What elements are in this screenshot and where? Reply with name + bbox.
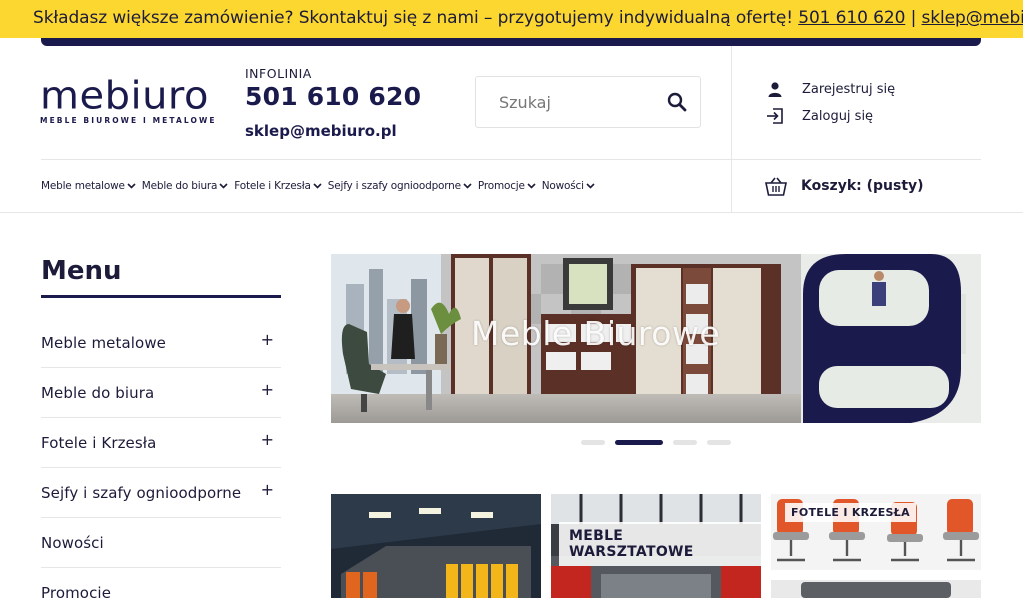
slider-dot-active[interactable] [615,440,663,445]
register-link[interactable]: Zarejestruj się [766,80,895,98]
announcement-email-link[interactable]: sklep@mebiuro.pl [922,8,1023,28]
user-icon [766,80,784,98]
category-tile-meble-warsztatowe[interactable]: MEBLE WARSZTATOWE [551,494,761,598]
site-logo[interactable]: mebiuro MEBLE BIUROWE I METALOWE [40,74,220,126]
sidebar-item-label: Nowości [41,534,104,552]
login-icon [766,107,784,125]
nav-item-label: Sejfy i szafy ognioodporne [327,180,461,192]
announcement-text: Składasz większe zamówienie? Skontaktuj … [33,8,1023,28]
announcement-phone-link[interactable]: 501 610 620 [798,8,905,28]
sidebar-item-meble-metalowe[interactable]: Meble metalowe + [41,318,281,368]
category-tile-sejfy[interactable] [771,580,981,598]
nav-item-sejfy[interactable]: Sejfy i szafy ognioodporne [328,180,472,192]
sidebar-title: Menu [41,256,122,286]
cart-label: Koszyk: (pusty) [801,178,924,194]
sidebar-item-nowosci[interactable]: Nowości [41,518,281,568]
expand-plus-icon[interactable]: + [261,330,274,349]
chevron-down-icon [527,183,536,189]
header-divider [41,159,981,160]
login-link[interactable]: Zaloguj się [766,107,873,125]
sidebar-item-promocje[interactable]: Promocje [41,568,281,598]
category-tile-fotele-i-krzesla[interactable]: FOTELE I KRZESŁA [771,494,981,570]
hotline-email[interactable]: sklep@mebiuro.pl [245,122,397,140]
nav-item-label: Nowości [541,180,584,192]
category-tile-label: MEBLE WARSZTATOWE [559,522,761,566]
main-nav: Meble metalowe Meble do biura Fotele i K… [41,180,601,192]
category-tile-label: FOTELE I KRZESŁA [785,503,916,522]
sidebar-item-meble-do-biura[interactable]: Meble do biura + [41,368,281,418]
nav-item-meble-metalowe[interactable]: Meble metalowe [41,180,136,192]
announcement-bar: Składasz większe zamówienie? Skontaktuj … [0,0,1023,38]
logo-wordmark: mebiuro [40,74,209,118]
sidebar-item-label: Meble do biura [41,384,155,402]
hotline-label: INFOLINIA [245,66,312,81]
header-vertical-divider [731,46,732,213]
sidebar-title-underline [41,295,281,298]
nav-item-label: Meble do biura [141,180,218,192]
sidebar-item-label: Fotele i Krzesła [41,434,157,452]
search-button[interactable] [664,89,690,115]
header-bottom-border [0,212,1023,213]
search-box [475,76,701,128]
nav-item-label: Promocje [477,180,525,192]
expand-plus-icon[interactable]: + [261,430,274,449]
sidebar-item-label: Promocje [41,584,112,598]
slider-dot[interactable] [673,440,697,445]
cart-link[interactable]: Koszyk: (pusty) [765,176,924,196]
chevron-down-icon [127,183,136,189]
sidebar-menu: Meble metalowe + Meble do biura + Fotele i… [41,318,281,598]
slider-dot[interactable] [707,440,731,445]
category-image [331,494,541,598]
slider-dot[interactable] [581,440,605,445]
nav-item-meble-do-biura[interactable]: Meble do biura [142,180,229,192]
announcement-message: Składasz większe zamówienie? Skontaktuj … [33,8,799,28]
sidebar-item-sejfy[interactable]: Sejfy i szafy ognioodporne + [41,468,281,518]
expand-plus-icon[interactable]: + [261,380,274,399]
hero-slider[interactable]: Meble Biurowe [331,254,981,423]
search-input[interactable] [477,78,657,126]
hotline-phone[interactable]: 501 610 620 [245,82,421,111]
nav-item-promocje[interactable]: Promocje [478,180,536,192]
slider-caption: Meble Biurowe [471,314,721,353]
register-label: Zarejestruj się [802,81,896,97]
chevron-down-icon [219,183,228,189]
nav-item-nowosci[interactable]: Nowości [542,180,595,192]
chevron-down-icon [313,183,322,189]
chevron-down-icon [463,183,472,189]
category-tile-meble-metalowe[interactable] [331,494,541,598]
search-icon [667,92,687,112]
header-accent-stripe [41,38,981,46]
expand-plus-icon[interactable]: + [261,480,274,499]
nav-item-fotele-i-krzesla[interactable]: Fotele i Krzesła [234,180,322,192]
nav-item-label: Meble metalowe [41,180,125,192]
announcement-separator: | [905,8,922,28]
sidebar-item-label: Meble metalowe [41,334,167,352]
sidebar-item-fotele-i-krzesla[interactable]: Fotele i Krzesła + [41,418,281,468]
sidebar-item-label: Sejfy i szafy ognioodporne [41,484,242,502]
category-image [771,580,981,598]
nav-item-label: Fotele i Krzesła [234,180,311,192]
chevron-down-icon [586,183,595,189]
slider-pagination [581,440,741,445]
basket-icon [765,176,787,196]
login-label: Zaloguj się [802,108,874,124]
